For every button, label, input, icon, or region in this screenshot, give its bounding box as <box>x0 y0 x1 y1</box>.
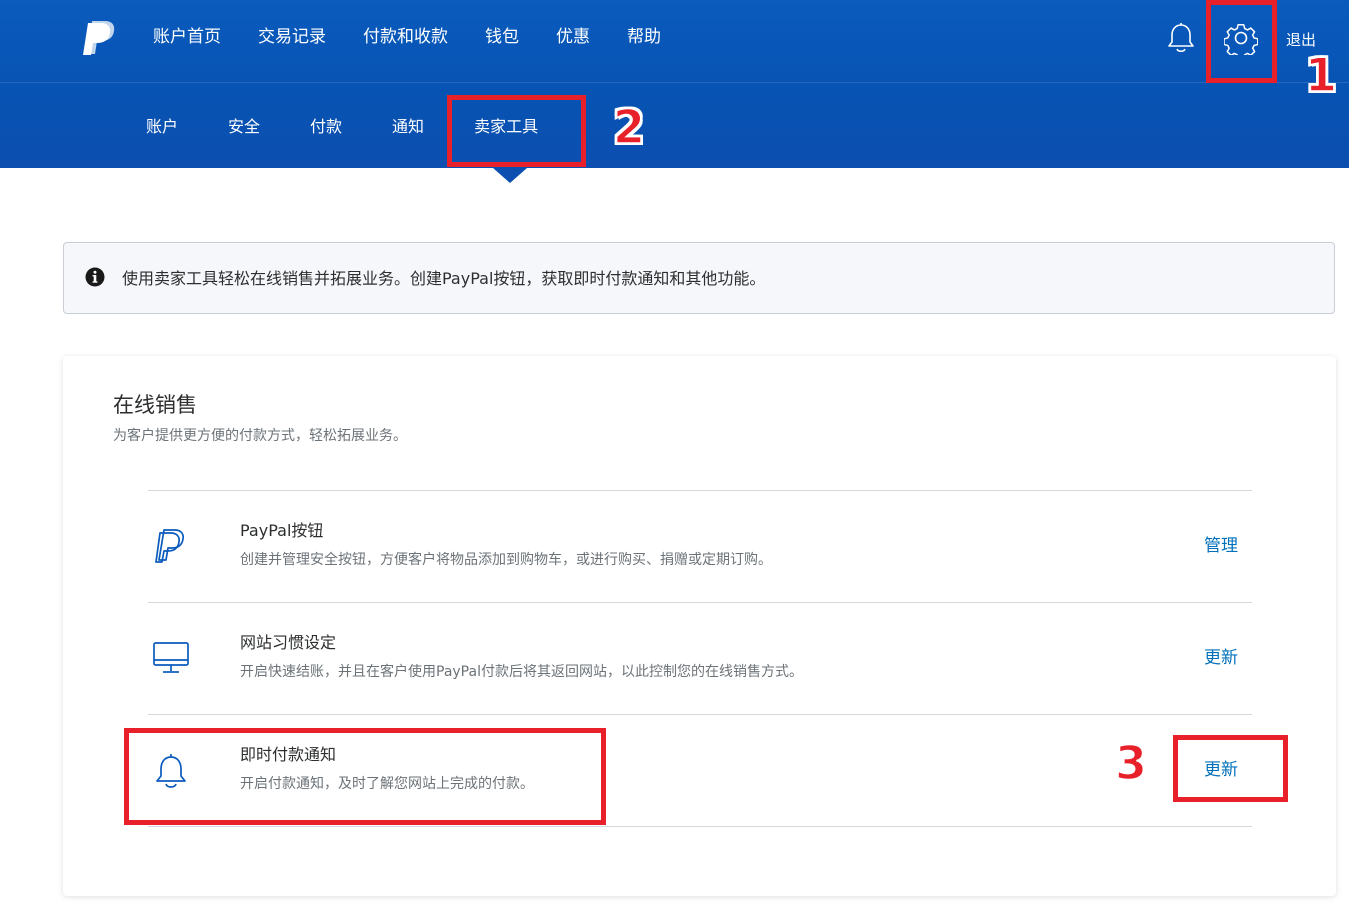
info-banner: 使用卖家工具轻松在线销售并拓展业务。创建PayPal按钮，获取即时付款通知和其他… <box>63 242 1335 314</box>
active-tab-indicator <box>493 168 527 183</box>
highlight-box-ipn-row <box>124 728 606 825</box>
info-icon <box>85 267 105 287</box>
nav-account-home[interactable]: 账户首页 <box>153 24 221 50</box>
info-banner-text: 使用卖家工具轻松在线销售并拓展业务。创建PayPal按钮，获取即时付款通知和其他… <box>122 269 766 288</box>
nav-offers[interactable]: 优惠 <box>556 24 590 50</box>
highlight-box-update-link <box>1173 735 1288 802</box>
paypal-icon <box>155 529 185 563</box>
step-number-3: 3 <box>1114 736 1148 790</box>
row-desc-paypal-buttons: 创建并管理安全按钮，方便客户将物品添加到购物车，或进行购买、捐赠或定期订购。 <box>240 552 772 568</box>
highlight-box-seller-tools <box>447 95 586 167</box>
tab-security[interactable]: 安全 <box>228 114 260 140</box>
nav-wallet[interactable]: 钱包 <box>485 24 519 50</box>
top-header: 账户首页 交易记录 付款和收款 钱包 优惠 帮助 退出 账户 安全 付款 通知 … <box>0 0 1349 168</box>
highlight-box-settings <box>1206 0 1277 83</box>
section-title: 在线销售 <box>113 393 197 417</box>
row-divider <box>148 602 1252 603</box>
logout-link[interactable]: 退出 <box>1286 30 1316 50</box>
update-website-preferences-link[interactable]: 更新 <box>1204 646 1238 670</box>
row-title-website-preferences: 网站习惯设定 <box>240 633 337 652</box>
tab-payments[interactable]: 付款 <box>310 114 342 140</box>
nav-send-receive[interactable]: 付款和收款 <box>363 24 448 50</box>
notification-bell-icon[interactable] <box>1166 22 1196 54</box>
main-nav: 账户首页 交易记录 付款和收款 钱包 优惠 帮助 <box>153 24 698 50</box>
row-divider <box>148 490 1252 491</box>
section-subtitle: 为客户提供更方便的付款方式，轻松拓展业务。 <box>113 428 407 444</box>
row-title-paypal-buttons: PayPal按钮 <box>240 521 324 540</box>
step-number-2: 2 <box>612 100 646 154</box>
monitor-icon <box>153 642 189 673</box>
nav-transactions[interactable]: 交易记录 <box>258 24 326 50</box>
row-divider <box>148 714 1252 715</box>
row-divider <box>148 826 1252 827</box>
header-divider <box>0 82 1349 83</box>
row-desc-website-preferences: 开启快速结账，并且在客户使用PayPal付款后将其返回网站，以此控制您的在线销售… <box>240 664 803 680</box>
tab-notifications[interactable]: 通知 <box>392 114 424 140</box>
nav-help[interactable]: 帮助 <box>627 24 661 50</box>
step-number-1: 1 <box>1304 48 1338 102</box>
paypal-logo[interactable] <box>83 20 117 56</box>
manage-paypal-buttons-link[interactable]: 管理 <box>1204 534 1238 558</box>
tab-account[interactable]: 账户 <box>146 114 178 140</box>
